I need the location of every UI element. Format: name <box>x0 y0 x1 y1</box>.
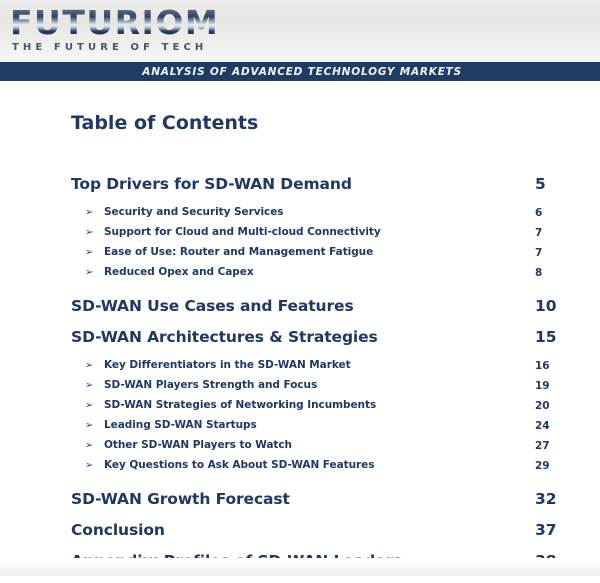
toc-entry-label: Ease of Use: Router and Management Fatig… <box>104 246 374 258</box>
toc-entry-sub[interactable]: ➢ Key Differentiators in the SD-WAN Marke… <box>0 359 600 379</box>
toc-entry-label: SD-WAN Growth Forecast <box>71 490 290 508</box>
toc-entry-page-number: 16 <box>535 360 550 372</box>
arrow-bullet-icon: ➢ <box>85 267 94 278</box>
arrow-bullet-icon: ➢ <box>85 440 94 451</box>
toc-entry-page-number: 38 <box>535 552 557 570</box>
toc-entry-sub[interactable]: ➢ Security and Security Services 6 <box>0 206 600 226</box>
toc-entry-label: SD-WAN Strategies of Networking Incumben… <box>104 399 377 411</box>
toc-entry-sub[interactable]: ➢ SD-WAN Players Strength and Focus 19 <box>0 379 600 399</box>
toc-entry-sub[interactable]: ➢ Ease of Use: Router and Management Fati… <box>0 246 600 266</box>
arrow-bullet-icon: ➢ <box>85 247 94 258</box>
toc-entry-major[interactable]: SD-WAN Architectures & Strategies 15 <box>0 328 600 359</box>
toc-entry-sub[interactable]: ➢ SD-WAN Strategies of Networking Incumbe… <box>0 399 600 419</box>
toc-entry-sub[interactable]: ➢ Other SD-WAN Players to Watch 27 <box>0 439 600 459</box>
toc-entry-sub[interactable]: ➢ Leading SD-WAN Startups 24 <box>0 419 600 439</box>
toc-entry-page-number: 7 <box>535 227 543 239</box>
toc-entry-label: SD-WAN Players Strength and Focus <box>104 379 318 391</box>
toc-entry-label: Key Questions to Ask About SD-WAN Featur… <box>104 459 375 471</box>
toc-entry-page-number: 27 <box>535 440 550 452</box>
arrow-bullet-icon: ➢ <box>85 380 94 391</box>
toc-entry-label: Top Drivers for SD-WAN Demand <box>71 175 352 193</box>
toc-entry-label: Conclusion <box>71 521 165 539</box>
toc-entry-page-number: 24 <box>535 420 550 432</box>
toc-entry-label: Security and Security Services <box>104 206 284 218</box>
document-header: FUTURIOM THE FUTURE OF TECH <box>0 0 600 62</box>
toc-entry-label: Leading SD-WAN Startups <box>104 419 257 431</box>
toc-entry-page-number: 10 <box>535 297 557 315</box>
toc-entry-page-number: 37 <box>535 521 557 539</box>
toc-entry-page-number: 6 <box>535 207 543 219</box>
toc-entry-page-number: 32 <box>535 490 557 508</box>
toc-entry-page-number: 19 <box>535 380 550 392</box>
arrow-bullet-icon: ➢ <box>85 227 94 238</box>
toc-entry-label: Reduced Opex and Capex <box>104 266 254 278</box>
arrow-bullet-icon: ➢ <box>85 360 94 371</box>
toc-entry-major[interactable]: Top Drivers for SD-WAN Demand 5 <box>0 175 600 206</box>
toc-entry-label: Key Differentiators in the SD-WAN Market <box>104 359 351 371</box>
toc-entry-page-number: 8 <box>535 267 543 279</box>
toc-entry-label: Support for Cloud and Multi-cloud Connec… <box>104 226 381 238</box>
toc-entry-sub[interactable]: ➢ Support for Cloud and Multi-cloud Conne… <box>0 226 600 246</box>
toc-entry-label: Appendix: Profiles of SD-WAN Leaders <box>71 552 403 570</box>
futuriom-logo: FUTURIOM THE FUTURE OF TECH <box>10 3 220 54</box>
banner-text: ANALYSIS OF ADVANCED TECHNOLOGY MARKETS <box>142 65 462 78</box>
toc-entry-sub[interactable]: ➢ Key Questions to Ask About SD-WAN Featu… <box>0 459 600 479</box>
table-of-contents: Top Drivers for SD-WAN Demand 5 ➢ Security … <box>0 175 600 583</box>
arrow-bullet-icon: ➢ <box>85 207 94 218</box>
arrow-bullet-icon: ➢ <box>85 460 94 471</box>
toc-entry-page-number: 7 <box>535 247 543 259</box>
arrow-bullet-icon: ➢ <box>85 420 94 431</box>
logo-wordmark: FUTURIOM <box>10 3 220 42</box>
toc-entry-major[interactable]: Conclusion 37 <box>0 521 600 552</box>
toc-entry-sub[interactable]: ➢ Reduced Opex and Capex 8 <box>0 266 600 286</box>
toc-entry-page-number: 15 <box>535 328 557 346</box>
document-page: Table of Contents Top Drivers for SD-WAN… <box>0 81 600 576</box>
toc-entry-page-number: 20 <box>535 400 550 412</box>
toc-entry-major[interactable]: SD-WAN Growth Forecast 32 <box>0 490 600 521</box>
toc-entry-label: Other SD-WAN Players to Watch <box>104 439 292 451</box>
toc-entry-label: SD-WAN Architectures & Strategies <box>71 328 378 346</box>
arrow-bullet-icon: ➢ <box>85 400 94 411</box>
logo-tagline: THE FUTURE OF TECH <box>12 42 208 53</box>
toc-entry-major[interactable]: Appendix: Profiles of SD-WAN Leaders 38 <box>0 552 600 583</box>
toc-entry-page-number: 29 <box>535 460 550 472</box>
toc-entry-page-number: 5 <box>535 175 546 193</box>
page-title: Table of Contents <box>71 112 259 134</box>
toc-entry-major[interactable]: SD-WAN Use Cases and Features 10 <box>0 297 600 328</box>
toc-entry-label: SD-WAN Use Cases and Features <box>71 297 354 315</box>
analysis-banner: ANALYSIS OF ADVANCED TECHNOLOGY MARKETS <box>0 62 600 81</box>
